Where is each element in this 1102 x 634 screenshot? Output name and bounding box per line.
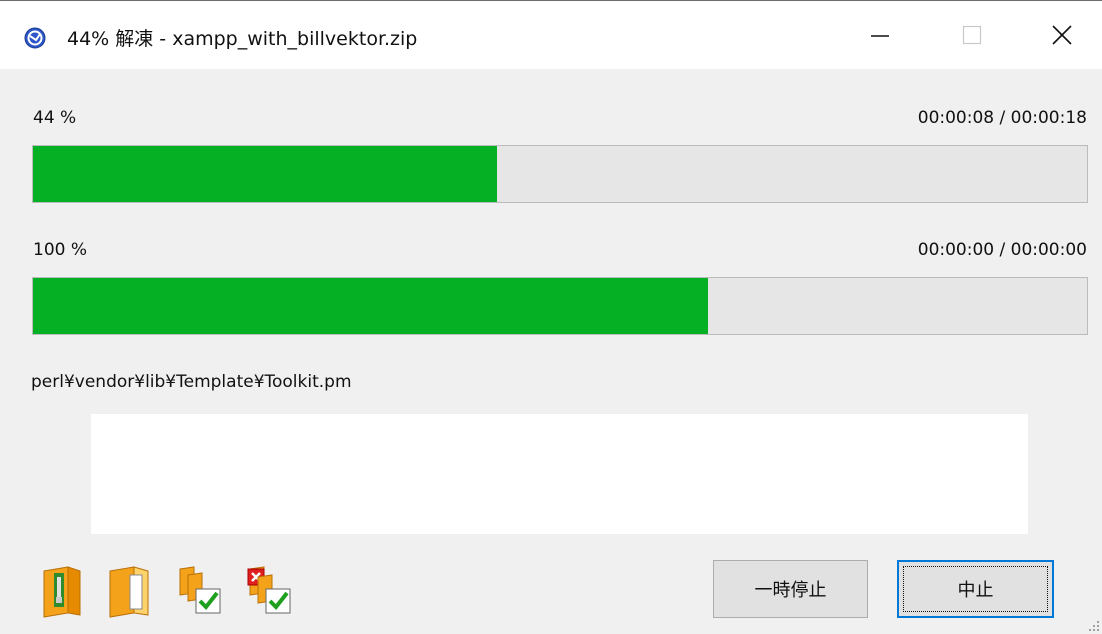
- pause-button[interactable]: 一時停止: [713, 560, 868, 618]
- stop-button[interactable]: 中止: [897, 560, 1054, 618]
- close-button[interactable]: [1017, 1, 1102, 69]
- current-file-path: perl¥vendor¥lib¥Template¥Toolkit.pm: [31, 372, 352, 392]
- copy-check-icon[interactable]: [176, 563, 224, 619]
- maximize-button[interactable]: [927, 1, 1017, 69]
- minimize-button[interactable]: [835, 1, 925, 69]
- file-progress-percent: 100 %: [33, 240, 88, 260]
- window-title: 44% 解凍 - xampp_with_billvektor.zip: [67, 28, 418, 50]
- file-progress-fill: [33, 278, 708, 334]
- focus-rectangle: [903, 566, 1048, 612]
- title-bar[interactable]: 44% 解凍 - xampp_with_billvektor.zip: [0, 1, 1102, 69]
- total-progress-fill: [33, 146, 497, 202]
- file-progress-time: 00:00:00 / 00:00:00: [917, 240, 1087, 260]
- minimize-icon: [871, 35, 889, 37]
- total-progress-time: 00:00:08 / 00:00:18: [917, 108, 1087, 128]
- delete-check-icon[interactable]: [246, 563, 294, 619]
- archive-folder-icon[interactable]: [38, 563, 86, 619]
- maximize-icon: [962, 25, 982, 45]
- extract-progress-window: 44% 解凍 - xampp_with_billvektor.zip 44 % …: [0, 0, 1102, 634]
- resize-grip-icon[interactable]: [1086, 618, 1100, 632]
- file-progress-bar: [32, 277, 1088, 335]
- total-progress-bar: [32, 145, 1088, 203]
- open-folder-icon[interactable]: [106, 563, 154, 619]
- app-globe-icon: [24, 27, 46, 49]
- close-icon: [1052, 25, 1072, 45]
- message-area: [91, 414, 1028, 534]
- total-progress-percent: 44 %: [33, 108, 77, 128]
- pause-button-label: 一時停止: [754, 580, 827, 601]
